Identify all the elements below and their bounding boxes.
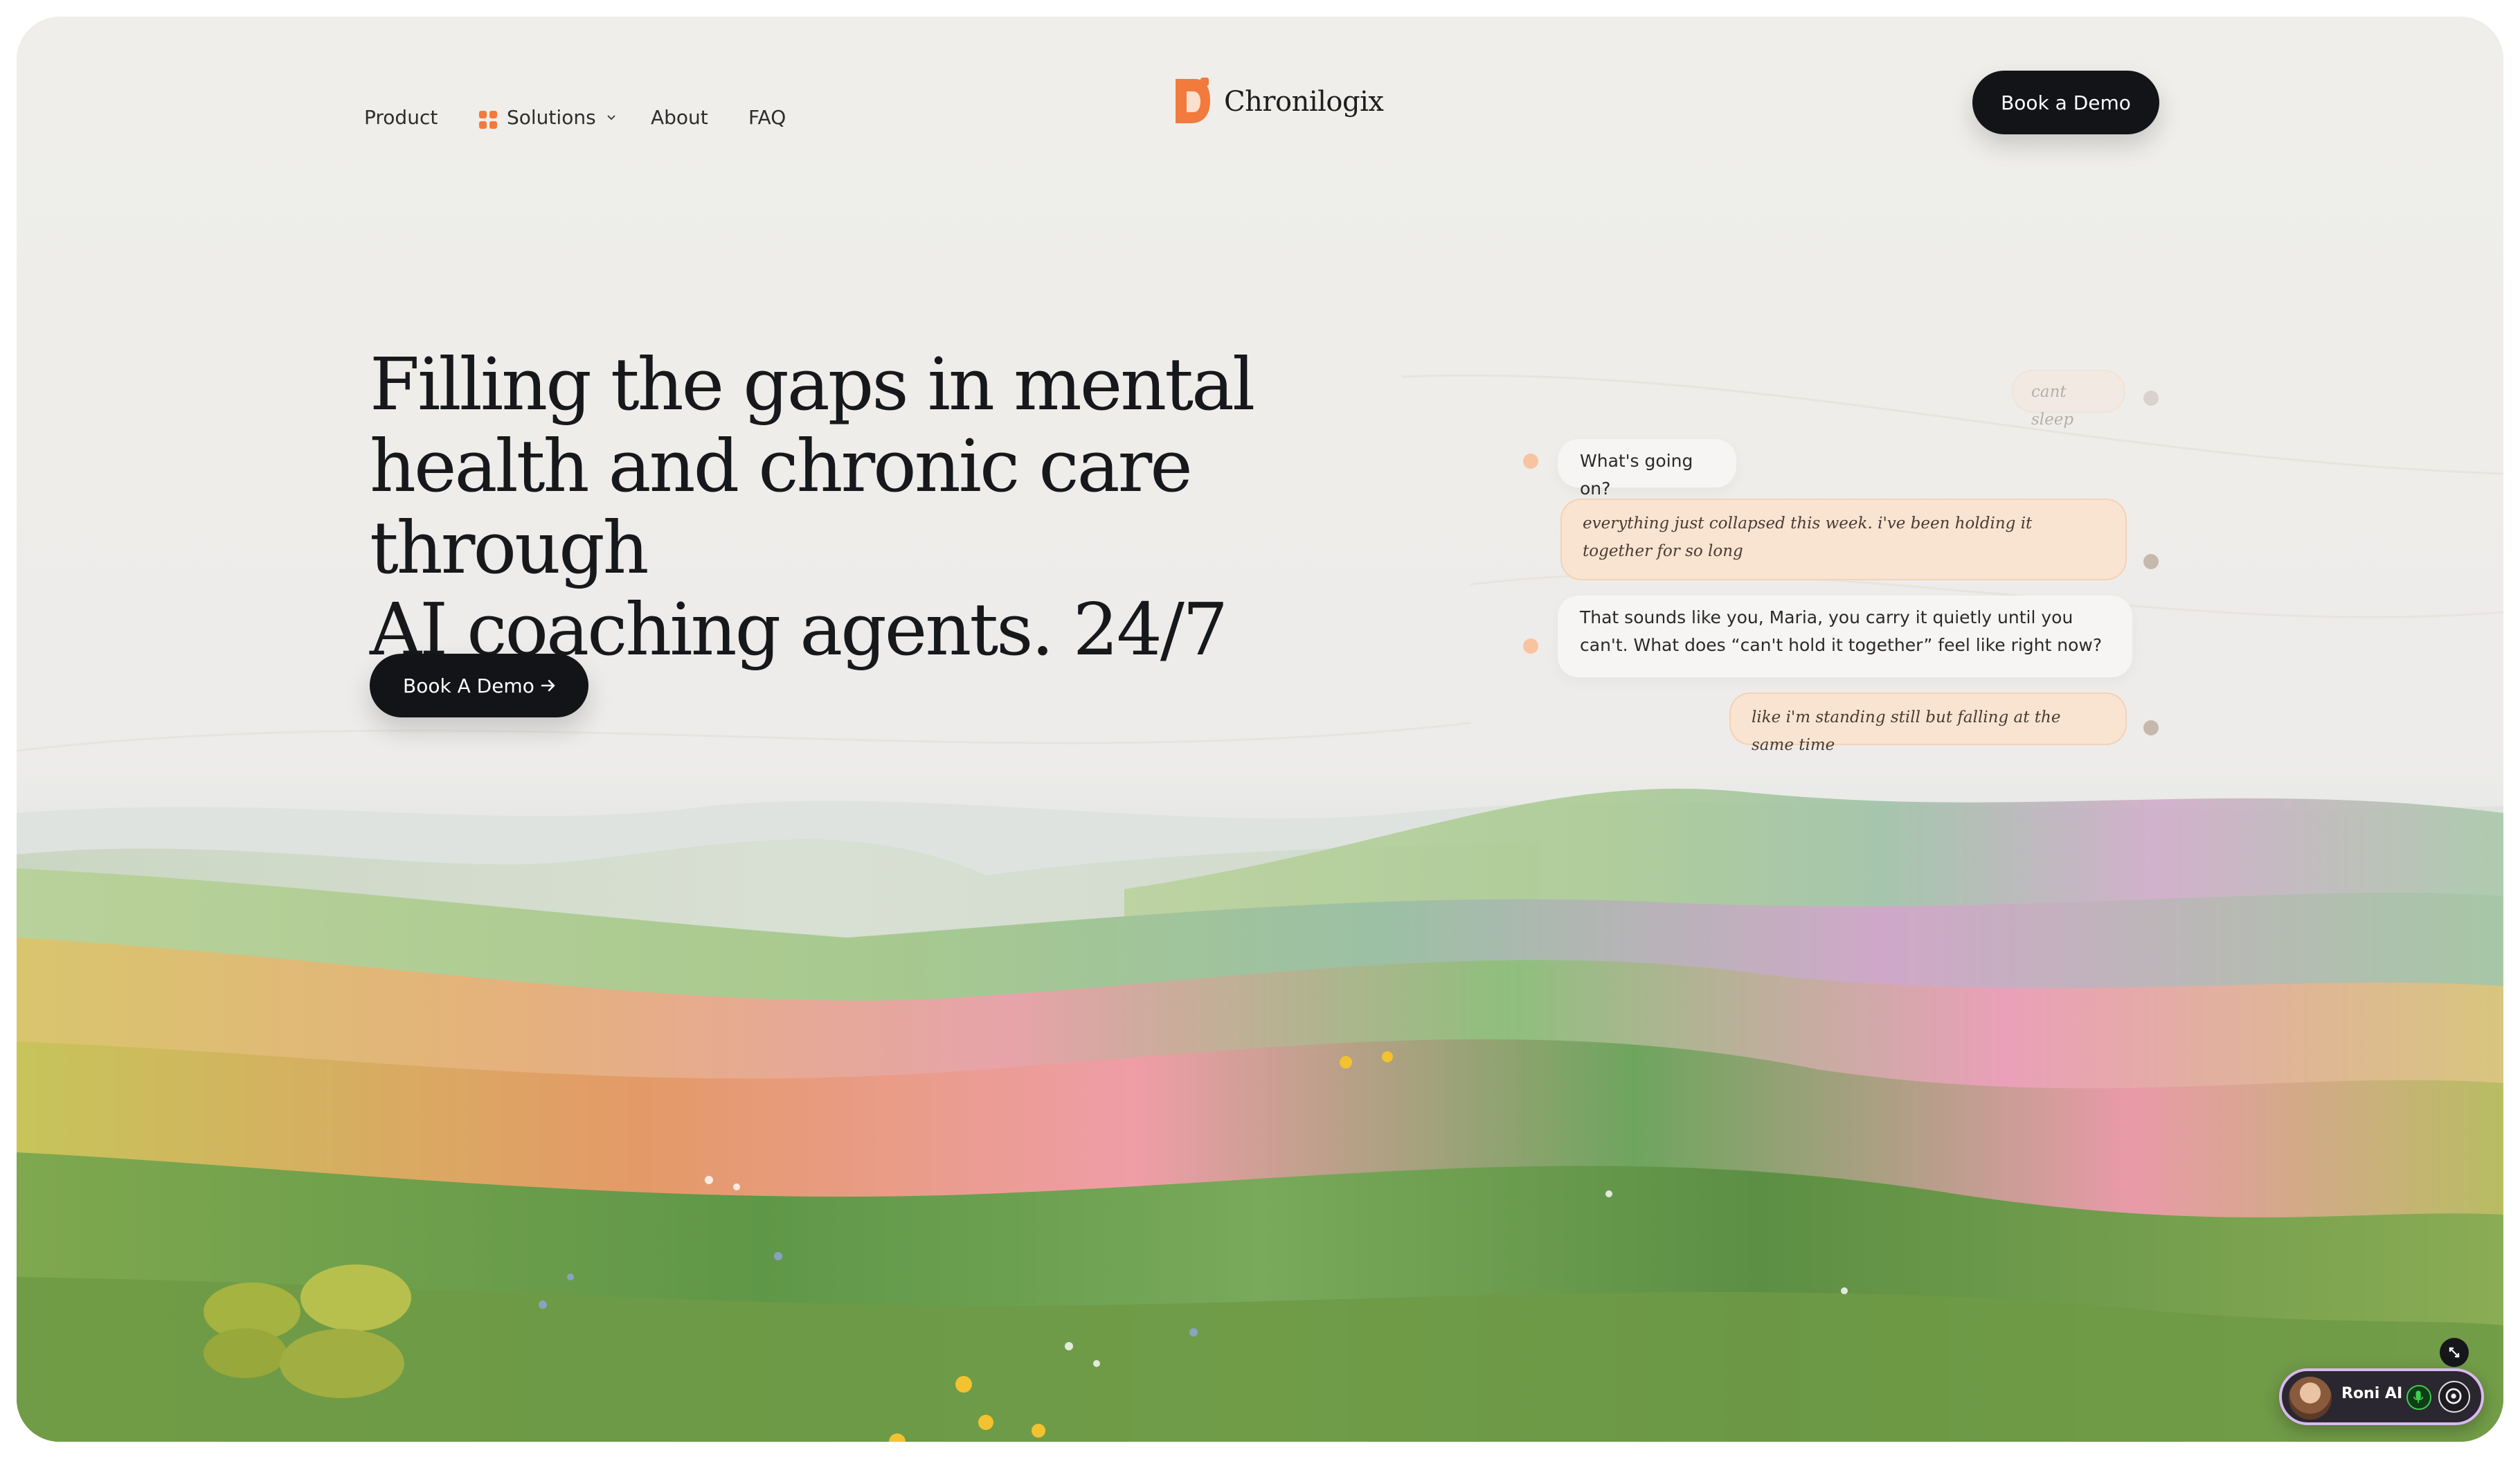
chat-message-ai: That sounds like you, Maria, you carry i… xyxy=(1558,596,2132,677)
chat-icon xyxy=(2445,1388,2462,1404)
chat-message-user: everything just collapsed this week. i'v… xyxy=(1560,499,2127,580)
book-demo-button[interactable]: Book a Demo xyxy=(1972,71,2159,134)
chevron-down-icon xyxy=(607,115,615,120)
chat-message-user: cant sleep xyxy=(2012,370,2125,429)
nav-link-product[interactable]: Product xyxy=(364,104,438,132)
microphone-icon xyxy=(2413,1391,2424,1403)
logo-wordmark: Chronilogix xyxy=(1224,86,1384,118)
hero-headline-line-1: Filling the gaps in mental xyxy=(370,342,1255,427)
expand-widget-button[interactable] xyxy=(2440,1338,2469,1367)
chat-button[interactable] xyxy=(2438,1381,2470,1413)
chat-message-user: like i'm standing still but falling at t… xyxy=(1729,692,2127,754)
assistant-name: Roni AI xyxy=(2341,1385,2403,1402)
ai-message-dot xyxy=(1523,638,1538,654)
avatar xyxy=(2289,1377,2332,1420)
page-frame: Product Solutions About FAQ Chronilogix … xyxy=(17,17,2503,1442)
hero-headline: Filling the gaps in mental health and ch… xyxy=(370,343,1450,670)
hero-headline-line-2: health and chronic care through xyxy=(370,424,1193,590)
grid-icon xyxy=(479,111,498,129)
user-message-dot xyxy=(2143,720,2159,735)
nav-link-about[interactable]: About xyxy=(651,104,708,132)
user-message-dot xyxy=(2143,554,2159,569)
logo-mark-icon xyxy=(1176,78,1210,123)
hero-book-demo-label: Book A Demo xyxy=(403,674,534,697)
ai-message-dot xyxy=(1523,454,1538,469)
nav-link-solutions-label: Solutions xyxy=(507,106,596,129)
nav-link-faq[interactable]: FAQ xyxy=(748,104,786,132)
arrow-right-icon xyxy=(541,679,555,692)
nav-link-solutions[interactable]: Solutions xyxy=(479,104,615,132)
hero-book-demo-button[interactable]: Book A Demo xyxy=(370,654,588,717)
expand-icon xyxy=(2449,1347,2460,1358)
top-navigation: Product Solutions About FAQ Chronilogix … xyxy=(17,17,2503,183)
microphone-button[interactable] xyxy=(2406,1385,2431,1410)
user-message-dot xyxy=(2143,391,2159,406)
chat-message-ai: What's going on? xyxy=(1558,439,1736,499)
meadow-background xyxy=(17,17,2503,1442)
voice-assistant-widget[interactable]: Roni AI xyxy=(2279,1368,2484,1425)
